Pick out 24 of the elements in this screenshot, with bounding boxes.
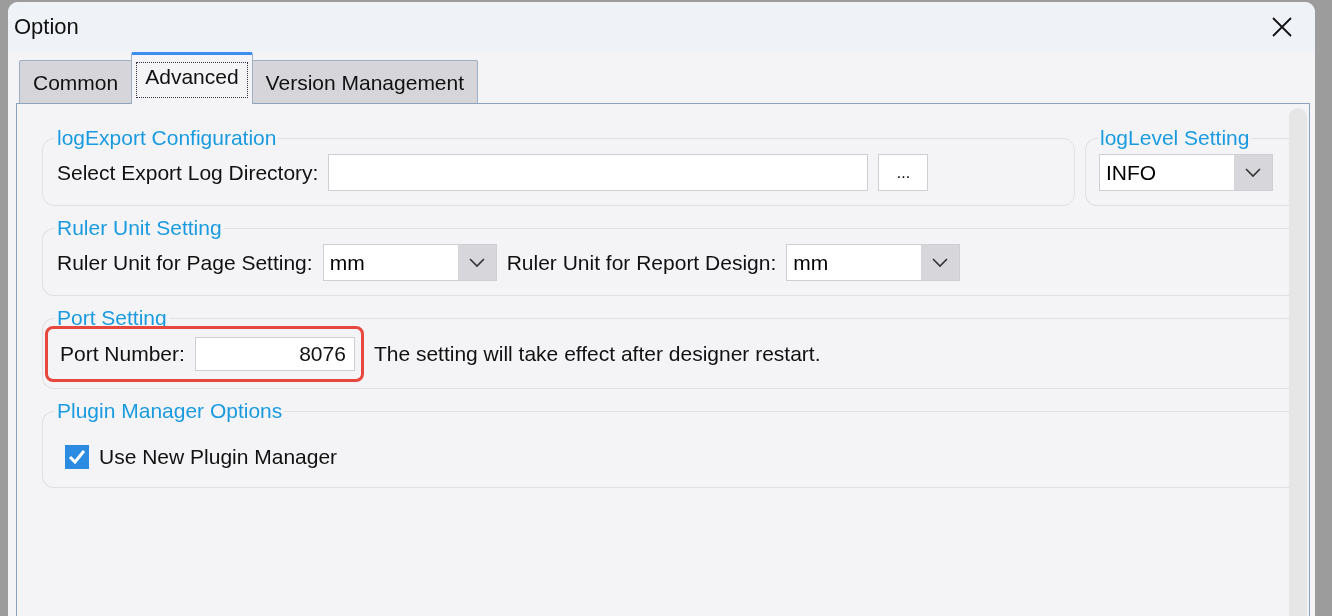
chevron-down-icon [1245,167,1261,178]
field-label: Select Export Log Directory: [57,160,319,185]
port-field[interactable]: 8076 [194,337,355,371]
tab[interactable]: Common [19,60,133,104]
chevron-down-icon [932,257,949,268]
group-title: Port Setting [56,306,168,330]
note-text: The setting will take effect after designer restart. [373,342,821,366]
tab[interactable]: Version Management [251,60,479,104]
field-label: Port Number: [60,342,185,366]
dropdown[interactable]: mm [786,244,961,281]
group-title: Ruler Unit Setting [56,216,223,240]
plugin-checkbox[interactable]: Use New Plugin Manager [57,427,338,473]
window-title: Option [14,14,79,40]
field-label: Ruler Unit for Page Setting: [57,250,313,275]
browse-button[interactable]: ... [878,154,929,191]
dropdown[interactable]: INFO [1099,154,1273,191]
chevron-down-icon [468,257,485,268]
field-label: Ruler Unit for Report Design: [506,250,777,275]
dropdown[interactable]: mm [322,244,497,281]
group-title: logExport Configuration [56,126,278,150]
group-title: logLevel Setting [1099,126,1251,150]
group-title: Plugin Manager Options [56,399,284,423]
directory-field[interactable] [328,154,869,191]
tab[interactable]: Advanced [131,52,253,104]
